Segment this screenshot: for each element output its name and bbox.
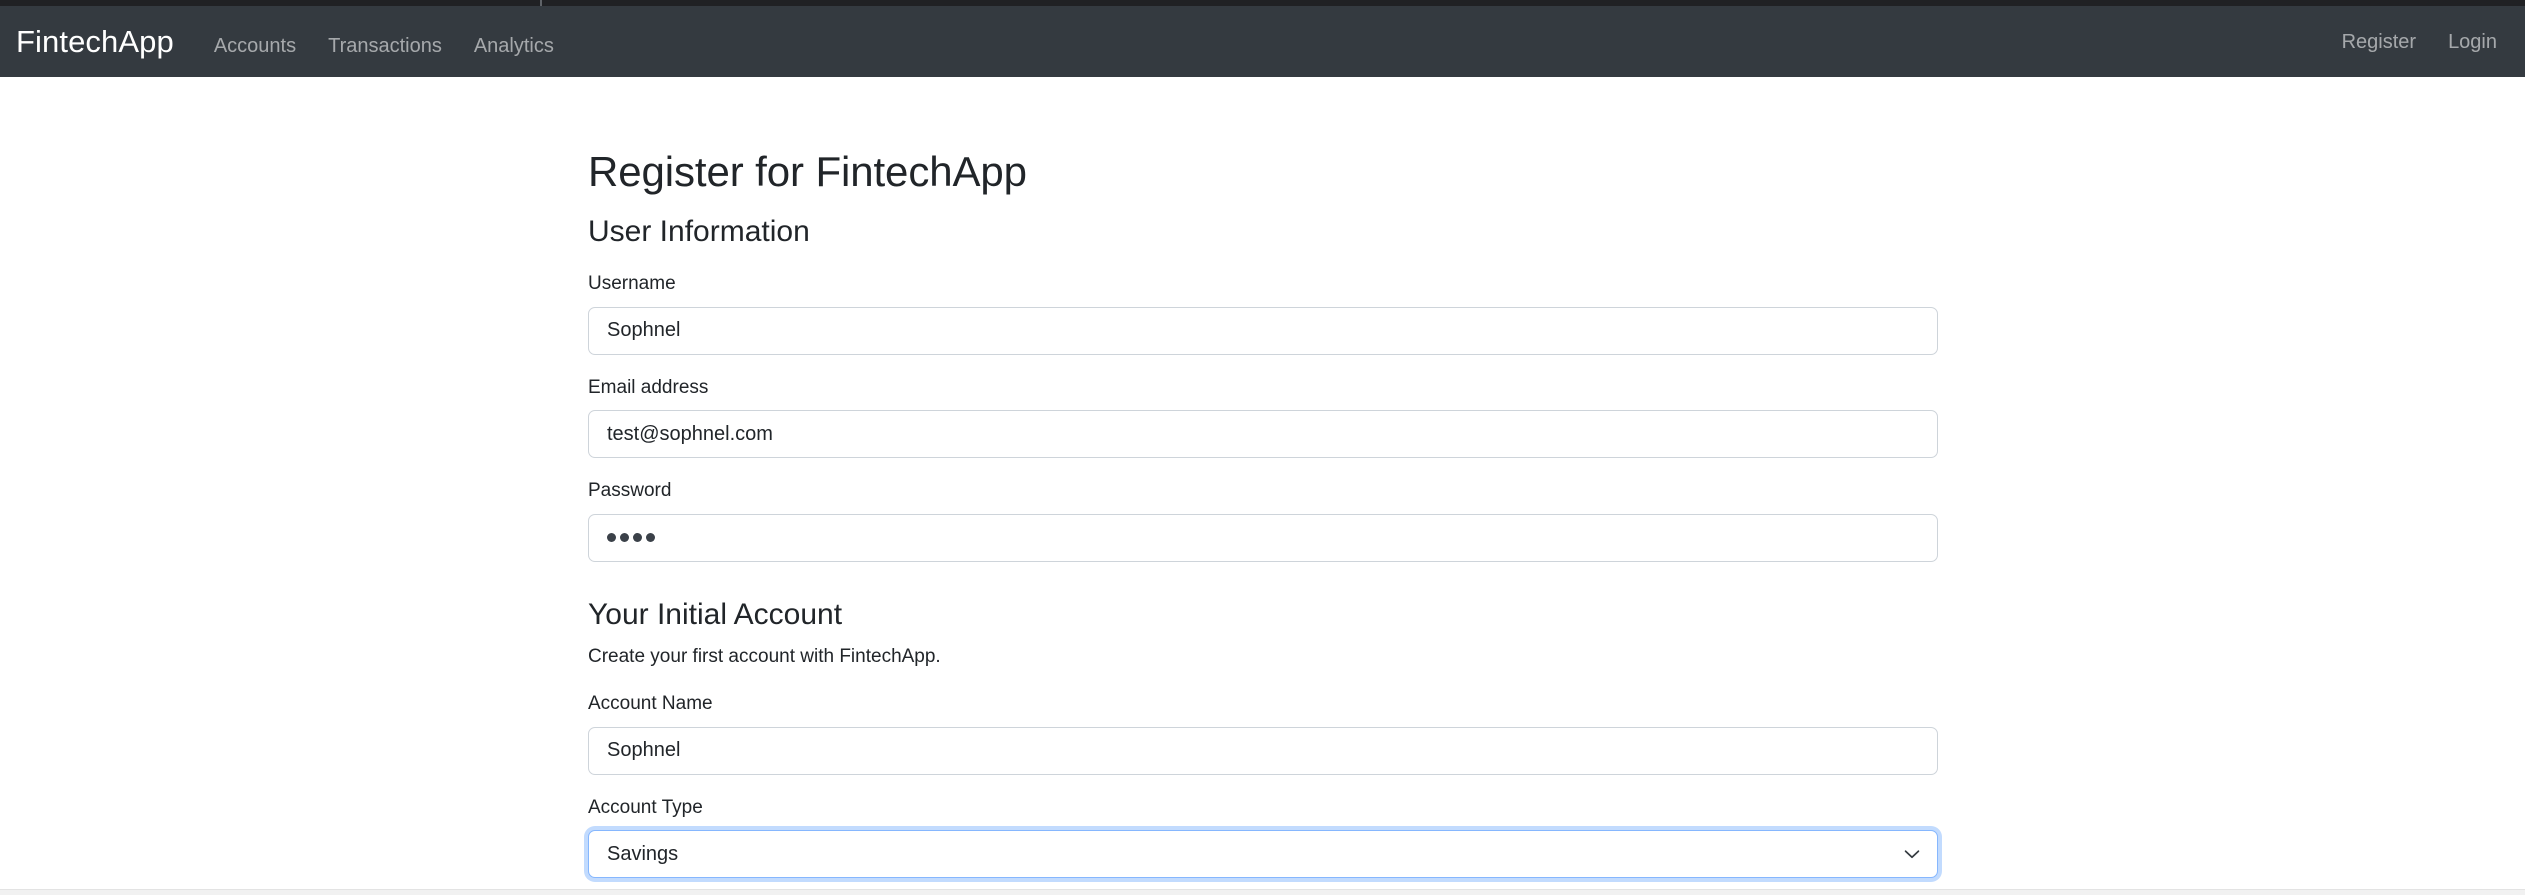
nav-link-accounts[interactable]: Accounts (198, 36, 312, 56)
email-input[interactable] (588, 410, 1938, 459)
account-name-label: Account Name (588, 693, 713, 715)
account-type-select-wrapper: Savings (588, 830, 1938, 879)
page-body: Register for FintechApp User Information… (0, 77, 2525, 895)
field-account-type: Account Type Savings (588, 775, 1938, 879)
password-dot (646, 533, 655, 543)
password-input[interactable] (588, 513, 1938, 562)
page-bottom-strip (0, 889, 2525, 895)
field-email: Email address (588, 355, 1938, 459)
initial-account-subtitle: Create your first account with FintechAp… (588, 646, 941, 668)
field-account-name: Account Name (588, 671, 1938, 775)
nav-link-login[interactable]: Login (2432, 32, 2497, 52)
top-navbar: FintechApp Accounts Transactions Analyti… (0, 6, 2525, 77)
password-dot (607, 533, 616, 543)
navbar-left-group: FintechApp Accounts Transactions Analyti… (16, 26, 570, 57)
password-masked-value (607, 523, 1919, 553)
navbar-primary-links: Accounts Transactions Analytics (198, 36, 570, 56)
brand-logo[interactable]: FintechApp (16, 26, 190, 57)
account-name-input[interactable] (588, 726, 1938, 775)
account-type-label: Account Type (588, 796, 703, 818)
password-dot (633, 533, 642, 543)
register-form-container: Register for FintechApp User Information… (588, 77, 1938, 895)
email-label: Email address (588, 376, 709, 398)
field-password: Password (588, 458, 1938, 562)
field-username: Username (588, 251, 1938, 355)
nav-link-register[interactable]: Register (2326, 32, 2432, 52)
nav-link-transactions[interactable]: Transactions (312, 36, 458, 56)
password-dot (620, 533, 629, 543)
username-input[interactable] (588, 306, 1938, 355)
account-type-select[interactable]: Savings (588, 830, 1938, 879)
nav-link-analytics[interactable]: Analytics (458, 36, 570, 56)
password-label: Password (588, 480, 672, 502)
navbar-right-group: Register Login (2326, 32, 2497, 52)
user-information-heading: User Information (588, 215, 810, 249)
initial-account-heading: Your Initial Account (588, 597, 843, 631)
page-title: Register for FintechApp (588, 148, 1027, 195)
username-label: Username (588, 272, 676, 294)
